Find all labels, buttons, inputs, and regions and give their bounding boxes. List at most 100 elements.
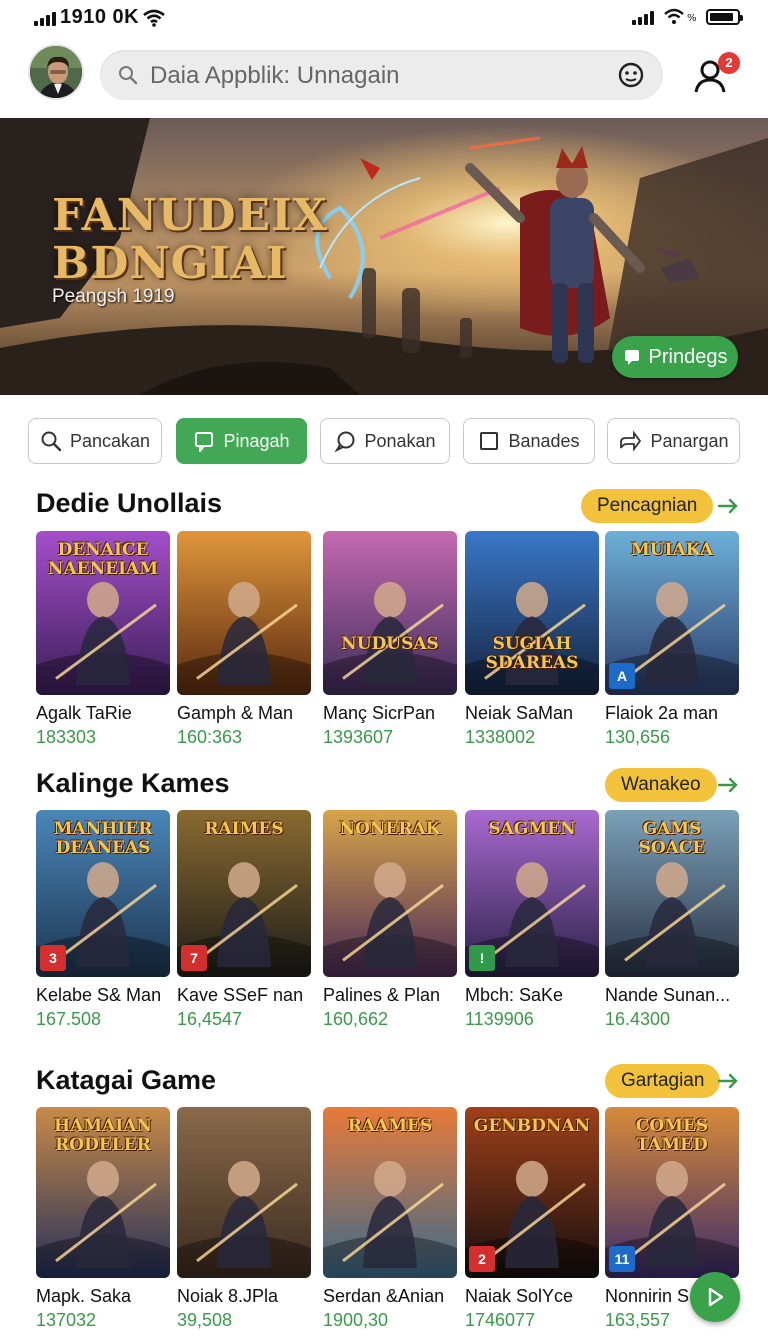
hero-cta-button[interactable]: Prindegs: [612, 336, 738, 378]
game-player-count: 16.4300: [605, 1009, 671, 1029]
game-cover-art: [323, 531, 457, 695]
game-player-count: 160:363: [177, 727, 243, 747]
game-player-count: 1393607: [323, 727, 394, 747]
game-player-count: 16,4547: [177, 1009, 243, 1029]
game-cover[interactable]: NONERAK: [323, 810, 457, 977]
status-right: %: [632, 8, 743, 26]
chat-icon: [624, 350, 639, 365]
game-title: Flaiok 2a man: [605, 703, 719, 723]
game-cover-title: GAMS SOACE: [638, 819, 706, 858]
battery-icon: [706, 9, 743, 25]
hero-cta-label: Prindegs: [648, 345, 728, 368]
game-cover-title: COMES TAMED: [635, 1116, 709, 1155]
hero-banner[interactable]: FANUDEIX BDNGIAI Peangsh 1919 Prindegs: [0, 118, 768, 395]
search-bar[interactable]: Daia Appblik: Unnagain: [100, 50, 663, 100]
game-player-count: 160,662: [323, 1009, 389, 1029]
game-title: Naiak SolYce: [465, 1286, 574, 1306]
game-player-count: 130,656: [605, 727, 671, 747]
hero-title-line2: BDNGIAI: [52, 238, 288, 289]
game-cover[interactable]: SUGIAH SDAREAS: [465, 531, 599, 695]
arrow-right-icon[interactable]: [716, 494, 740, 518]
rating-badge-icon: 7: [181, 945, 207, 971]
section-title: Katagai Game: [36, 1065, 217, 1095]
game-cover[interactable]: MANHIER DEANEAS 3: [36, 810, 170, 977]
game-cover-art: [177, 1107, 311, 1278]
rating-badge-icon: !: [469, 945, 495, 971]
section-see-all-button[interactable]: Pencagnian: [581, 489, 714, 523]
section-see-all-button[interactable]: Wanakeo: [605, 768, 717, 802]
filter-chips: Pancakan Pinagah Ponakan Banades Panarga…: [28, 418, 740, 464]
game-cover-title: MUIAKA: [630, 540, 714, 560]
game-cover-title: RAIMES: [204, 819, 284, 839]
game-cover[interactable]: GAMS SOACE: [605, 810, 739, 977]
chat-icon: [195, 432, 214, 452]
game-cover-title: NONERAK: [339, 819, 441, 839]
game-player-count: 1900,30: [323, 1310, 389, 1330]
arrow-right-icon[interactable]: [716, 773, 740, 797]
game-cover[interactable]: MUIAKA A: [605, 531, 739, 695]
game-title: Manç SicrPan: [323, 703, 436, 723]
game-player-count: 1338002: [465, 727, 536, 747]
game-title: Palines & Plan: [323, 985, 441, 1005]
chip-label: Panargan: [650, 430, 729, 451]
game-title: Mbch: SaKe: [465, 985, 564, 1005]
rating-badge-icon: 3: [40, 945, 66, 971]
search-icon: [41, 431, 62, 452]
battery-fill: [710, 13, 734, 21]
chip-label: Banades: [508, 430, 580, 451]
game-cover[interactable]: GENBDNAN 2: [465, 1107, 599, 1278]
chip-pancakan[interactable]: Pancakan: [28, 418, 162, 464]
status-left: 1910 0K: [34, 6, 165, 29]
game-cover[interactable]: RAIMES 7: [177, 810, 311, 977]
svg-text:%: %: [687, 13, 696, 24]
chip-label: Pinagah: [223, 430, 290, 451]
game-cover-title: NUDUSAS: [341, 634, 439, 654]
hero-title: FANUDEIX BDNGIAI: [52, 192, 328, 288]
rating-badge-icon: A: [609, 663, 635, 689]
rating-badge-icon: 11: [609, 1246, 635, 1272]
game-title: Neiak SaMan: [465, 703, 574, 723]
game-cover[interactable]: DENAICE NAENEIAM: [36, 531, 170, 695]
game-cover[interactable]: [177, 1107, 311, 1278]
game-cover-title: HAMAIAN RODELER: [54, 1116, 152, 1155]
play-icon: [708, 1287, 724, 1307]
game-cover-title: MANHIER DEANEAS: [53, 819, 153, 858]
chip-panargan[interactable]: Panargan: [607, 418, 740, 464]
wifi-status-icon: %: [664, 8, 696, 24]
game-title: Noiak 8.JPla: [177, 1286, 279, 1306]
game-cover[interactable]: [177, 531, 311, 695]
game-player-count: 1746077: [465, 1310, 536, 1330]
game-cover[interactable]: COMES TAMED 11: [605, 1107, 739, 1278]
chip-label: Pancakan: [69, 430, 151, 451]
section-title: Dedie Unollais: [36, 488, 223, 518]
chat-bot-icon[interactable]: [617, 61, 645, 89]
game-cover[interactable]: NUDUSAS: [323, 531, 457, 695]
bubble-icon: [335, 431, 355, 452]
section-see-all-button[interactable]: Gartagian: [605, 1064, 721, 1098]
game-cover[interactable]: SAGMEN!: [465, 810, 599, 977]
game-cover-title: SUGIAH SDAREAS: [485, 634, 579, 673]
chip-pinagah[interactable]: Pinagah: [176, 418, 307, 464]
game-cover-art: [177, 531, 311, 695]
search-icon: [119, 66, 138, 85]
section-title: Kalinge Kames: [36, 768, 230, 798]
game-player-count: 1139906: [465, 1009, 534, 1029]
avatar[interactable]: [28, 44, 84, 100]
search-input[interactable]: Daia Appblik: Unnagain: [150, 62, 400, 90]
cell-signal-icon: [632, 9, 654, 25]
play-button[interactable]: [690, 1272, 740, 1322]
avatar-portrait: [30, 46, 82, 98]
game-cover[interactable]: RAAMES: [323, 1107, 457, 1278]
chip-ponakan[interactable]: Ponakan: [320, 418, 450, 464]
rating-badge-icon: 2: [469, 1246, 495, 1272]
hero-subtitle: Peangsh 1919: [52, 286, 175, 307]
game-cover-title: RAAMES: [347, 1116, 433, 1136]
game-cover[interactable]: HAMAIAN RODELER: [36, 1107, 170, 1278]
game-title: Kelabe S& Man: [36, 985, 162, 1005]
game-title: Nande Sunan...: [605, 985, 731, 1005]
chip-banades[interactable]: Banades: [463, 418, 595, 464]
arrow-right-icon[interactable]: [716, 1069, 740, 1093]
game-player-count: 183303: [36, 727, 97, 747]
game-player-count: 39,508: [177, 1310, 233, 1330]
game-title: Agalk TaRie: [36, 703, 132, 723]
